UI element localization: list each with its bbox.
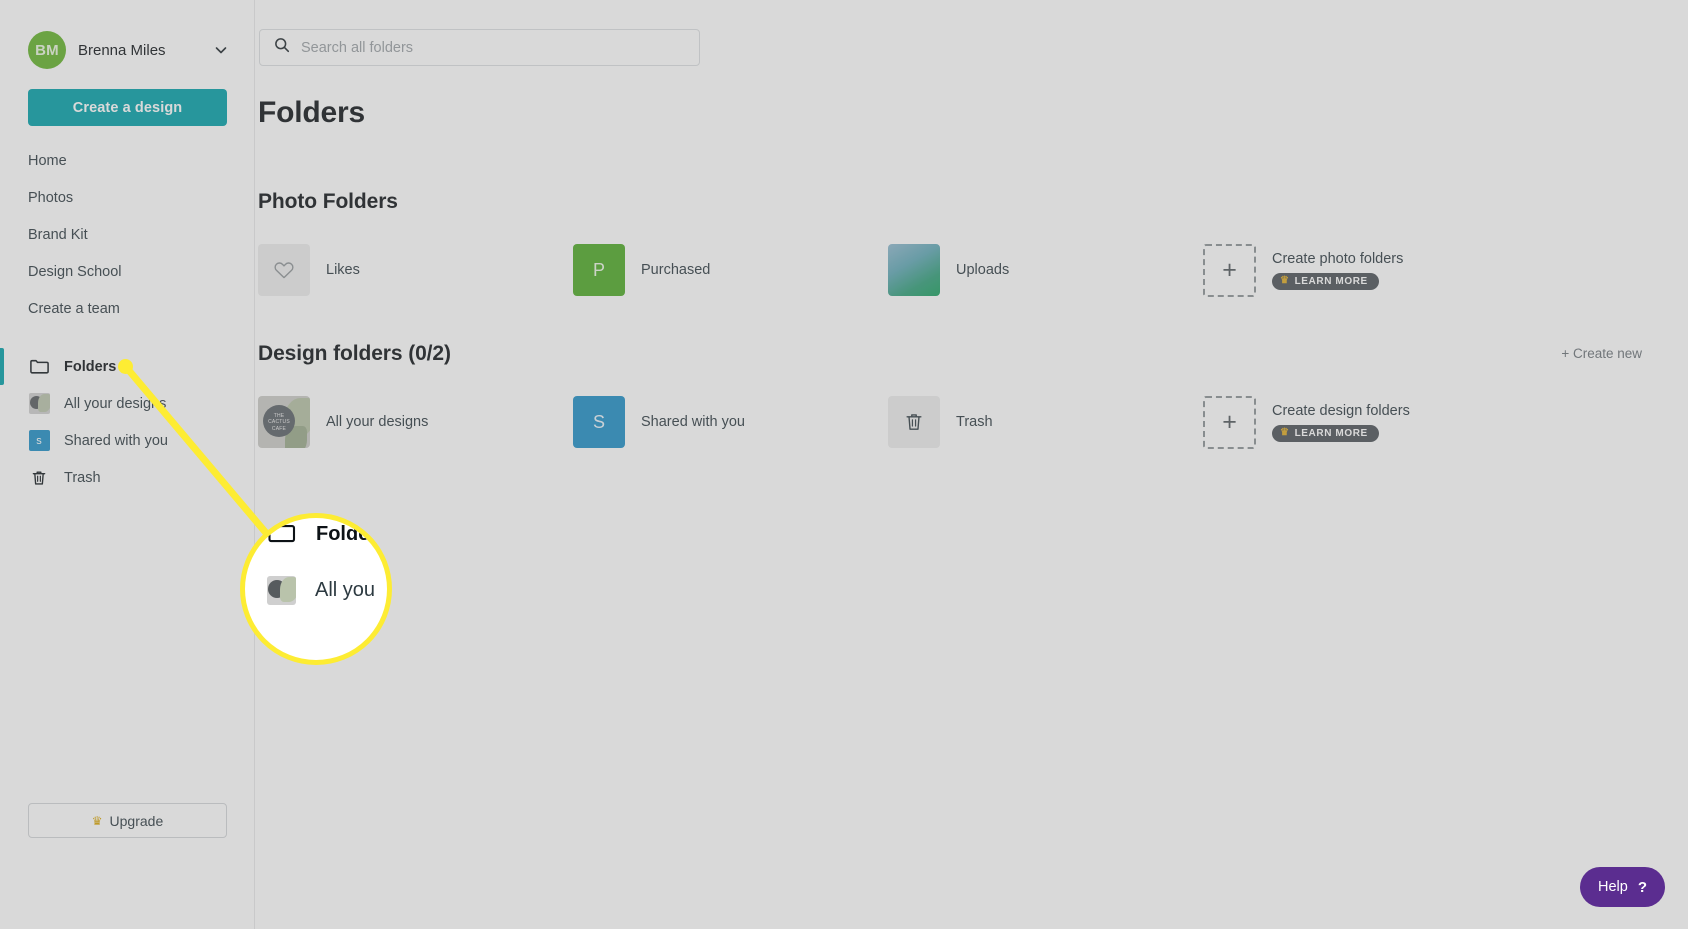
sidebar-secondary-nav: Folders All your designs s Shared with y… <box>0 348 255 496</box>
create-photo-folders-label: Create photo folders <box>1272 250 1404 267</box>
folder-card-all-your-designs[interactable]: THE CACTUS CAFE All your designs <box>258 394 573 450</box>
app-root: BM Brenna Miles Create a design Home Pho… <box>0 0 1688 929</box>
sidebar-primary-nav: Home Photos Brand Kit Design School Crea… <box>0 142 255 327</box>
search-input[interactable] <box>301 39 686 56</box>
account-name: Brenna Miles <box>78 41 166 59</box>
letter-s-icon: S <box>573 396 625 448</box>
sidebar: BM Brenna Miles Create a design Home Pho… <box>0 0 255 929</box>
section-heading: Design folders (0/2) <box>258 342 451 365</box>
heart-icon <box>258 244 310 296</box>
sidebar-item-create-a-team[interactable]: Create a team <box>0 290 255 327</box>
folder-card-likes[interactable]: Likes <box>258 242 573 298</box>
search-bar[interactable] <box>259 29 700 66</box>
folder-card-trash[interactable]: Trash <box>888 394 1203 450</box>
upgrade-label: Upgrade <box>109 812 164 829</box>
photo-gradient-icon <box>888 244 940 296</box>
letter-p-icon: P <box>573 244 625 296</box>
folder-card-shared-with-you[interactable]: S Shared with you <box>573 394 888 450</box>
learn-more-label: LEARN MORE <box>1294 427 1368 439</box>
crown-icon: ♛ <box>1280 427 1290 438</box>
help-label: Help <box>1598 879 1628 895</box>
trash-icon <box>888 396 940 448</box>
folder-label: Uploads <box>956 262 1010 278</box>
sidebar-item-brand-kit[interactable]: Brand Kit <box>0 216 255 253</box>
learn-more-label: LEARN MORE <box>1294 275 1368 287</box>
folder-card-uploads[interactable]: Uploads <box>888 242 1203 298</box>
plus-icon: + <box>1203 395 1256 449</box>
main-content: Folders Photo Folders Likes P Purchased … <box>255 0 1688 929</box>
folder-label: Trash <box>956 414 993 430</box>
upgrade-button[interactable]: ♛ Upgrade <box>28 803 227 838</box>
account-switcher[interactable]: BM Brenna Miles <box>0 0 254 74</box>
sidebar-item-label: Shared with you <box>64 432 168 449</box>
learn-more-badge-design[interactable]: ♛ LEARN MORE <box>1272 424 1379 442</box>
sidebar-item-label: Folders <box>64 358 117 375</box>
folder-icon <box>28 356 50 378</box>
sidebar-row-folders: Folders <box>0 348 255 385</box>
cactus-thumbnail-icon: THE CACTUS CAFE <box>258 396 310 448</box>
section-heading: Photo Folders <box>258 190 398 213</box>
sidebar-item-shared-with-you[interactable]: s Shared with you <box>0 422 255 459</box>
folder-label: Purchased <box>641 262 711 278</box>
photo-folders-grid: Likes P Purchased Uploads + Create photo… <box>258 242 1668 298</box>
design-thumbnail-icon <box>28 393 50 415</box>
question-mark-icon: ? <box>1637 878 1647 896</box>
avatar: BM <box>28 31 66 69</box>
trash-icon <box>28 467 50 489</box>
plus-icon: + <box>1203 243 1256 297</box>
chevron-down-icon <box>214 43 228 57</box>
section-design-folders: Design folders (0/2) + Create new THE CAC… <box>258 342 1668 449</box>
sidebar-item-home[interactable]: Home <box>0 142 255 179</box>
help-button[interactable]: Help ? <box>1580 867 1665 907</box>
crown-icon: ♛ <box>1280 275 1290 286</box>
folder-label: Shared with you <box>641 414 745 430</box>
learn-more-badge-photo[interactable]: ♛ LEARN MORE <box>1272 272 1379 290</box>
sidebar-item-all-your-designs[interactable]: All your designs <box>0 385 255 422</box>
create-a-design-button[interactable]: Create a design <box>28 89 227 126</box>
sidebar-item-photos[interactable]: Photos <box>0 179 255 216</box>
folder-card-purchased[interactable]: P Purchased <box>573 242 888 298</box>
sidebar-item-trash[interactable]: Trash <box>0 459 255 496</box>
create-new-link[interactable]: + Create new <box>1561 346 1642 361</box>
sidebar-item-folders[interactable]: Folders <box>0 348 255 385</box>
section-photo-folders: Photo Folders Likes P Purchased Uploads <box>258 190 1668 297</box>
create-design-folders-label: Create design folders <box>1272 402 1410 419</box>
folder-label: Likes <box>326 262 360 278</box>
sidebar-item-design-school[interactable]: Design School <box>0 253 255 290</box>
sidebar-item-label: All your designs <box>64 395 167 412</box>
crown-icon: ♛ <box>91 813 103 828</box>
design-folders-grid: THE CACTUS CAFE All your designs S Shared … <box>258 394 1668 450</box>
active-indicator-bar <box>0 348 4 385</box>
folder-label: All your designs <box>326 414 429 430</box>
page-title: Folders <box>258 96 365 129</box>
create-photo-folders-card[interactable]: + Create photo folders ♛ LEARN MORE <box>1203 242 1518 298</box>
sidebar-item-label: Trash <box>64 469 101 486</box>
s-badge-icon: s <box>28 430 50 452</box>
search-icon <box>273 36 291 59</box>
create-design-folders-card[interactable]: + Create design folders ♛ LEARN MORE <box>1203 394 1518 450</box>
